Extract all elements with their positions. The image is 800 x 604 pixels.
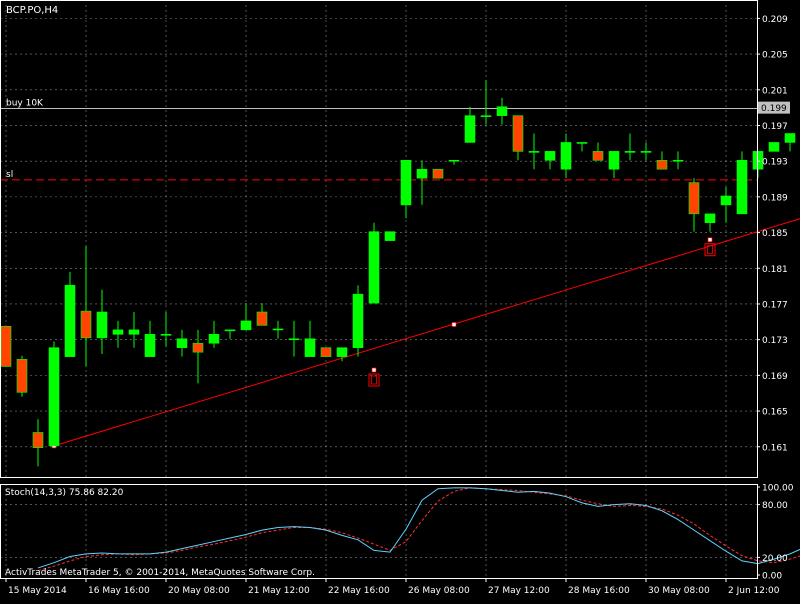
candle-bull <box>673 160 683 161</box>
candle-bull <box>561 142 571 169</box>
price-tick-label: 0.161 <box>762 443 788 453</box>
time-tick-label: 30 May 08:00 <box>648 586 710 596</box>
candle-bear <box>81 311 91 338</box>
candle-bear <box>689 183 699 214</box>
candle-bull <box>497 107 507 116</box>
candle-bull <box>417 169 427 178</box>
price-tick-label: 0.165 <box>762 408 788 418</box>
chart-canvas[interactable]: buy 10K sl 0.209 0.205 0.201 0.197 0.193 0.189… <box>0 0 800 600</box>
candle-bear <box>33 432 43 447</box>
candle-bear <box>657 160 667 169</box>
candle-bull <box>641 151 651 152</box>
candle-bull <box>97 312 107 338</box>
time-tick-label: 2 Jun 12:00 <box>728 586 780 596</box>
candle-bull <box>145 334 155 356</box>
candle-bull <box>769 142 779 151</box>
price-tick-label: 0.173 <box>762 336 788 346</box>
candle-bull <box>545 151 555 160</box>
time-tick-label: 22 May 16:00 <box>328 586 390 596</box>
price-tick-label: 0.189 <box>762 193 788 203</box>
level-label: buy 10K <box>6 99 44 109</box>
price-tick-label: 0.209 <box>762 15 788 25</box>
price-tick-label: 0.205 <box>762 51 788 61</box>
candle-bear <box>321 348 331 357</box>
stoch-tick-label: 100.00 <box>762 484 794 494</box>
price-tick-label: 0.193 <box>762 158 788 168</box>
stoch-tick-label: 20.00 <box>762 554 788 564</box>
candle-bull <box>161 334 171 335</box>
candle-bull <box>337 348 347 357</box>
time-tick-label: 20 May 08:00 <box>168 586 230 596</box>
candle-bull <box>113 330 123 334</box>
price-tick-label: 0.181 <box>762 265 788 275</box>
stoch-tick-label: 0.00 <box>762 572 782 582</box>
trendline-anchor <box>452 322 456 326</box>
candle-bull <box>449 160 459 161</box>
candle-bull <box>65 285 75 356</box>
candle-bull <box>625 151 635 152</box>
candle-bull <box>273 329 283 330</box>
chart-title: BCP.PO,H4 <box>6 5 58 16</box>
candle-bull <box>721 196 731 205</box>
candle-bull <box>225 330 235 331</box>
candle-bull <box>785 134 795 143</box>
candle-bull <box>289 339 299 340</box>
stochastic-label: Stoch(14,3,3) 75.86 82.20 <box>5 488 124 498</box>
candle-bull <box>401 160 411 205</box>
candle-bear <box>193 343 203 352</box>
price-tick-label: 0.177 <box>762 300 788 310</box>
current-price-label: 0.199 <box>761 104 787 114</box>
candle-bear <box>513 116 523 152</box>
price-tick-label: 0.201 <box>762 86 788 96</box>
candle-bear <box>593 151 603 160</box>
candle-bull <box>369 232 379 303</box>
time-tick-label: 15 May 2014 <box>8 586 67 596</box>
time-tick-label: 27 May 12:00 <box>488 586 550 596</box>
candle-bull <box>737 160 747 214</box>
candle-bull <box>49 348 59 446</box>
candle-bull <box>305 339 315 357</box>
candle-bull <box>385 232 395 241</box>
candle-bull <box>705 214 715 223</box>
candle-bull <box>129 330 139 334</box>
candle-bull <box>609 151 619 169</box>
level-label: sl <box>6 170 13 180</box>
candle-bear <box>17 359 27 392</box>
trade-marker-point <box>372 368 376 372</box>
candle-bull <box>481 116 491 117</box>
time-tick-label: 28 May 16:00 <box>568 586 630 596</box>
candle-bull <box>241 321 251 330</box>
time-tick-label: 21 May 12:00 <box>248 586 310 596</box>
candle-bull <box>353 294 363 348</box>
candle-bull <box>577 142 587 143</box>
time-tick-label: 16 May 16:00 <box>88 586 150 596</box>
candle-bull <box>465 116 475 143</box>
price-tick-label: 0.185 <box>762 229 788 239</box>
stoch-tick-label: 80.00 <box>762 501 788 511</box>
mt5-chart-window[interactable]: buy 10K sl 0.209 0.205 0.201 0.197 0.193 0.189… <box>0 0 800 600</box>
candle-bull <box>529 151 539 152</box>
price-tick-label: 0.169 <box>762 372 788 382</box>
price-tick-label: 0.197 <box>762 122 788 132</box>
candle-bull <box>209 334 219 343</box>
candle-bear <box>1 326 11 366</box>
candle-bull <box>177 339 187 348</box>
candle-bear <box>257 312 267 325</box>
copyright-footer: ActivTrades MetaTrader 5, © 2001-2014, M… <box>5 568 315 578</box>
time-tick-label: 26 May 08:00 <box>408 586 470 596</box>
candle-bear <box>433 169 443 178</box>
trade-marker-point <box>708 238 712 242</box>
